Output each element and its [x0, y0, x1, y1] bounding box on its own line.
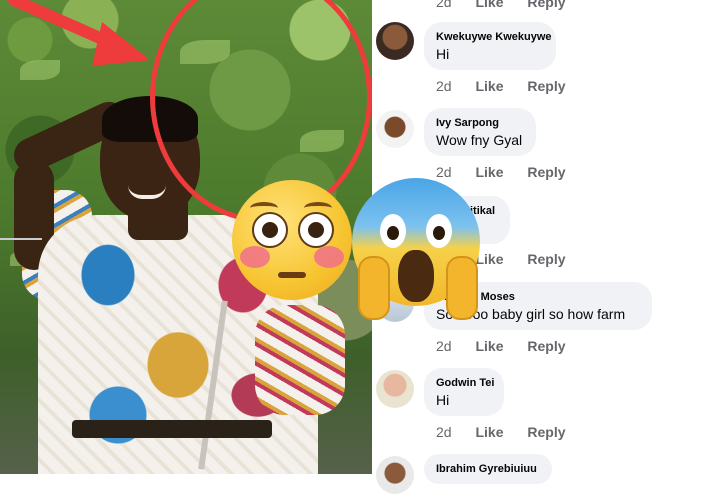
comment-actions: 2d Like Reply: [436, 78, 586, 94]
comment-author[interactable]: Kwekuywe Kwekuywe: [436, 30, 552, 44]
comment-actions: 2d Like Reply: [436, 338, 586, 354]
reply-button[interactable]: Reply: [527, 424, 565, 440]
like-button[interactable]: Like: [475, 78, 503, 94]
divider-line: [0, 238, 42, 240]
comment-actions: 2d Like Reply: [436, 0, 586, 10]
emoji-eye: [298, 212, 334, 248]
avatar[interactable]: [376, 110, 414, 148]
comment-author[interactable]: Ivy Sarpong: [436, 116, 524, 130]
avatar[interactable]: [376, 456, 414, 494]
comment-bubble: Godwin Tei Hi: [424, 368, 504, 416]
comment-time: 2d: [436, 78, 452, 94]
comment-actions: 2d Like Reply: [436, 164, 586, 180]
emoji-eye: [426, 214, 452, 248]
flushed-face-emoji: [232, 180, 352, 300]
like-button[interactable]: Like: [475, 164, 503, 180]
emoji-eye: [380, 214, 406, 248]
comment-time: 2d: [436, 424, 452, 440]
emoji-eye: [252, 212, 288, 248]
belt: [72, 420, 272, 438]
comment-actions: 2d Like Reply: [436, 424, 586, 440]
like-button[interactable]: Like: [475, 338, 503, 354]
comment-bubble: Kwekuywe Kwekuywe Hi: [424, 22, 556, 70]
emoji-mouth: [278, 272, 306, 278]
reply-button[interactable]: Reply: [527, 338, 565, 354]
comment-text: Hi: [436, 46, 450, 62]
screaming-face-emoji: [352, 178, 480, 320]
comment-text: Wow fny Gyal: [436, 132, 523, 148]
reply-button[interactable]: Reply: [527, 164, 565, 180]
comment-author[interactable]: Godwin Tei: [436, 376, 494, 390]
like-button[interactable]: Like: [475, 251, 503, 267]
comment-text: Hi: [436, 392, 450, 408]
emoji-hand: [446, 256, 478, 320]
comment-bubble: Ibrahim Gyrebiuiuu: [424, 454, 552, 484]
emoji-mouth: [398, 250, 434, 302]
like-button[interactable]: Like: [475, 424, 503, 440]
emoji-cheek: [240, 246, 270, 268]
reply-button[interactable]: Reply: [527, 78, 565, 94]
comment-time: 2d: [436, 0, 452, 10]
comment-time: 2d: [436, 164, 452, 180]
dress-sleeve-right: [255, 305, 345, 415]
reply-button[interactable]: Reply: [527, 251, 565, 267]
like-button[interactable]: Like: [475, 0, 503, 10]
emoji-cheek: [314, 246, 344, 268]
reply-button[interactable]: Reply: [527, 0, 565, 10]
avatar[interactable]: [376, 370, 414, 408]
avatar[interactable]: [376, 22, 414, 60]
comment-time: 2d: [436, 338, 452, 354]
comment-bubble: Ivy Sarpong Wow fny Gyal: [424, 108, 536, 156]
emoji-hand: [358, 256, 390, 320]
red-arrow-icon: [8, 0, 150, 66]
